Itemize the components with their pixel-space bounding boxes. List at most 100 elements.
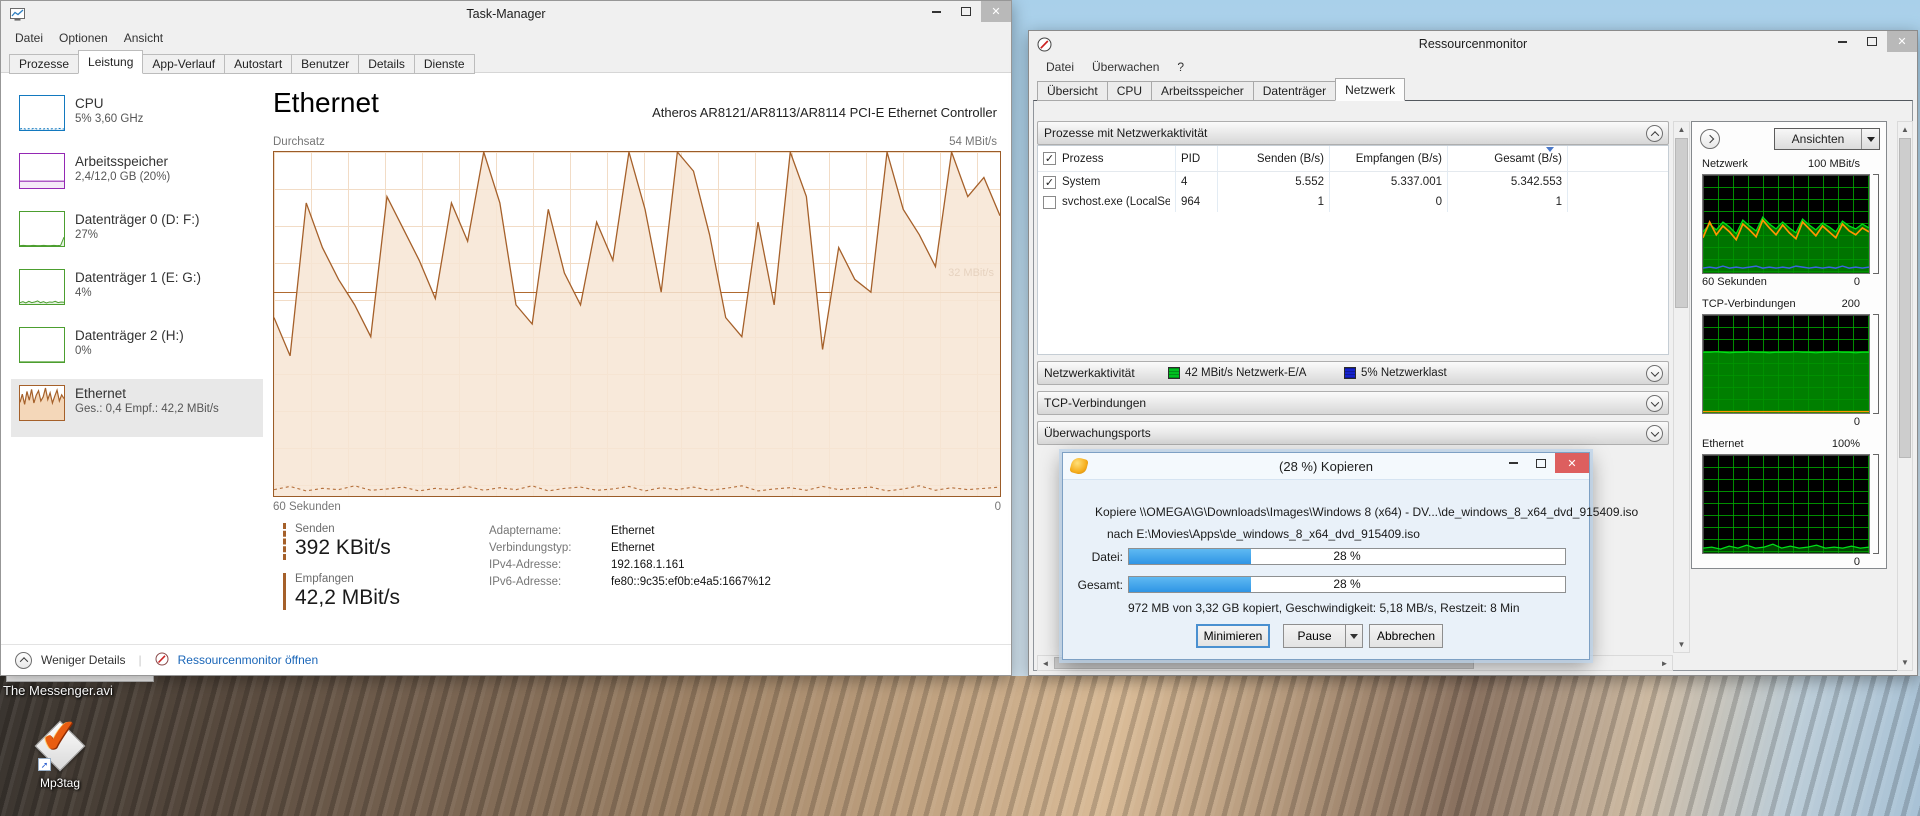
right-arrow-icon[interactable]: ► xyxy=(1657,656,1672,670)
pause-button[interactable]: Pause xyxy=(1283,624,1363,648)
desktop-video-file-label[interactable]: The Messenger.avi xyxy=(3,683,113,698)
checkbox[interactable] xyxy=(1043,196,1056,209)
file-progress-bar: 28 % xyxy=(1128,548,1566,565)
minimieren-button[interactable]: Minimieren xyxy=(1196,624,1270,648)
resource-monitor-titlebar[interactable]: Ressourcenmonitor ✕ xyxy=(1029,31,1917,57)
dropdown-arrow-icon[interactable] xyxy=(1345,625,1362,647)
section-header-ueberwachungsports[interactable]: Überwachungsports xyxy=(1037,421,1669,445)
resource-monitor-tabs: Übersicht CPU Arbeitsspeicher Datenträge… xyxy=(1037,78,1404,101)
minimize-icon[interactable] xyxy=(1499,453,1527,473)
open-resource-monitor-link[interactable]: Ressourcenmonitor öffnen xyxy=(178,653,319,667)
task-manager-titlebar[interactable]: Task-Manager ✕ xyxy=(1,1,1011,27)
abbrechen-button[interactable]: Abbrechen xyxy=(1369,624,1443,648)
menu-datei[interactable]: Datei xyxy=(7,31,51,45)
tab-arbeitsspeicher[interactable]: Arbeitsspeicher xyxy=(1151,81,1254,101)
menu-optionen[interactable]: Optionen xyxy=(51,31,116,45)
sidebar-item-arbeitsspeicher[interactable]: Arbeitsspeicher 2,4/12,0 GB (20%) xyxy=(11,147,263,205)
tab-netzwerk[interactable]: Netzwerk xyxy=(1335,78,1405,101)
tab-datentraeger[interactable]: Datenträger xyxy=(1253,81,1336,101)
sidebar-item-ethernet[interactable]: Ethernet Ges.: 0,4 Empf.: 42,2 MBit/s xyxy=(11,379,263,437)
tab-details[interactable]: Details xyxy=(358,54,415,74)
section-header-prozesse[interactable]: Prozesse mit Netzwerkaktivität xyxy=(1037,121,1669,145)
tab-cpu[interactable]: CPU xyxy=(1107,81,1152,101)
expand-right-icon[interactable] xyxy=(1700,129,1720,149)
section-header-tcp-verbindungen[interactable]: TCP-Verbindungen xyxy=(1037,391,1669,415)
dropdown-arrow-icon[interactable] xyxy=(1861,129,1879,149)
scrollbar-thumb[interactable] xyxy=(1675,138,1688,308)
maximize-icon[interactable] xyxy=(1527,453,1555,473)
minimize-icon[interactable] xyxy=(1827,31,1857,52)
sidebar-item-datentraeger-2[interactable]: Datenträger 2 (H:) 0% xyxy=(11,321,263,379)
blue-legend-swatch xyxy=(1344,367,1356,379)
down-arrow-icon[interactable]: ▼ xyxy=(1674,637,1689,652)
table-row[interactable]: svchost.exe (LocalServiceNet... 964 1 0 … xyxy=(1038,192,1668,212)
sidebar-item-datentraeger-0[interactable]: Datenträger 0 (D: F:) 27% xyxy=(11,205,263,263)
close-icon[interactable]: ✕ xyxy=(1555,453,1589,473)
tab-dienste[interactable]: Dienste xyxy=(414,54,475,74)
graph-max-label: 100% xyxy=(1832,438,1860,450)
collapse-details-button[interactable] xyxy=(15,652,32,669)
section-header-netzwerkaktivitaet[interactable]: Netzwerkaktivität 42 MBit/s Netzwerk-E/A… xyxy=(1037,361,1669,385)
menu-ansicht[interactable]: Ansicht xyxy=(116,31,171,45)
tab-app-verlauf[interactable]: App-Verlauf xyxy=(142,54,225,74)
maximize-icon[interactable] xyxy=(1857,31,1887,52)
chevron-down-icon[interactable] xyxy=(1646,425,1663,442)
tab-benutzer[interactable]: Benutzer xyxy=(291,54,359,74)
left-arrow-icon[interactable]: ◄ xyxy=(1038,656,1053,670)
cell-empfangen: 0 xyxy=(1330,192,1448,212)
tab-leistung[interactable]: Leistung xyxy=(78,50,143,74)
col-prozess: Prozess xyxy=(1062,153,1104,165)
graph-title: Netzwerk xyxy=(1702,158,1748,170)
col-empfangen: Empfangen (B/s) xyxy=(1330,146,1448,171)
sidebar-item-cpu[interactable]: CPU 5% 3,60 GHz xyxy=(11,89,263,147)
chevron-down-icon[interactable] xyxy=(1646,395,1663,412)
graph-bottom-netzwerk: 60 Sekunden 0 xyxy=(1702,276,1860,288)
copy-source-path: Kopiere \\OMEGA\G\Downloads\Images\Windo… xyxy=(1095,505,1638,519)
chart-x-axis: 60 Sekunden 0 xyxy=(273,501,1001,513)
maximize-icon[interactable] xyxy=(951,1,981,22)
cell-name: svchost.exe (LocalServiceNet... xyxy=(1062,196,1170,208)
less-details-label[interactable]: Weniger Details xyxy=(41,653,125,667)
ethernet-graph xyxy=(1702,454,1870,554)
legend-label: 42 MBit/s Netzwerk-E/A xyxy=(1185,367,1306,379)
network-processes-table: ✓Prozess PID Senden (B/s) Empfangen (B/s… xyxy=(1037,145,1669,355)
ethernet-throughput-chart: 32 MBit/s xyxy=(273,151,1001,497)
graph-bottom-right: 0 xyxy=(1854,276,1860,288)
chevron-up-icon[interactable] xyxy=(1646,125,1663,142)
up-arrow-icon[interactable]: ▲ xyxy=(1898,122,1912,137)
green-legend-swatch xyxy=(1168,367,1180,379)
main-column-scrollbar[interactable]: ▲ ▼ xyxy=(1673,121,1690,653)
menu-help[interactable]: ? xyxy=(1168,60,1193,74)
minimize-icon[interactable] xyxy=(921,1,951,22)
menu-ueberwachen[interactable]: Überwachen xyxy=(1083,60,1168,74)
pause-label: Pause xyxy=(1297,629,1331,643)
graph-bottom-right: 0 xyxy=(1854,416,1860,428)
ansichten-dropdown-button[interactable]: Ansichten xyxy=(1774,128,1880,150)
chevron-down-icon[interactable] xyxy=(1646,365,1663,382)
window-scrollbar[interactable]: ▲ ▼ xyxy=(1897,121,1913,671)
tab-autostart[interactable]: Autostart xyxy=(224,54,292,74)
sidebar-item-datentraeger-1[interactable]: Datenträger 1 (E: G:) 4% xyxy=(11,263,263,321)
copy-destination-path: nach E:\Movies\Apps\de_windows_8_x64_dvd… xyxy=(1107,527,1420,541)
scrollbar-thumb[interactable] xyxy=(1899,138,1911,458)
checkbox[interactable]: ✓ xyxy=(1043,152,1056,165)
desktop-shortcut-mp3tag[interactable]: ✔ ➚ Mp3tag xyxy=(24,722,96,790)
table-header-row[interactable]: ✓Prozess PID Senden (B/s) Empfangen (B/s… xyxy=(1038,146,1668,172)
prop-label: IPv4-Adresse: xyxy=(489,559,611,571)
table-row[interactable]: ✓System 4 5.552 5.337.001 5.342.553 xyxy=(1038,172,1668,192)
graph-bottom-ethernet: 0 xyxy=(1702,556,1860,568)
total-progress-label: Gesamt: xyxy=(1063,578,1123,592)
down-arrow-icon[interactable]: ▼ xyxy=(1898,655,1912,670)
file-progress-label: Datei: xyxy=(1063,550,1123,564)
desktop-video-file-icon-partial[interactable] xyxy=(6,676,154,682)
menu-datei[interactable]: Datei xyxy=(1037,60,1083,74)
adapter-name-label: Atheros AR8121/AR8113/AR8114 PCI-E Ether… xyxy=(652,105,997,120)
close-icon[interactable]: ✕ xyxy=(981,1,1011,22)
tab-prozesse[interactable]: Prozesse xyxy=(9,54,79,74)
cell-pid: 4 xyxy=(1176,172,1218,192)
checkbox[interactable]: ✓ xyxy=(1043,176,1056,189)
close-icon[interactable]: ✕ xyxy=(1887,31,1917,52)
up-arrow-icon[interactable]: ▲ xyxy=(1674,122,1689,137)
copy-dialog-titlebar[interactable]: (28 %) Kopieren ✕ xyxy=(1063,453,1589,480)
tab-uebersicht[interactable]: Übersicht xyxy=(1037,81,1108,101)
